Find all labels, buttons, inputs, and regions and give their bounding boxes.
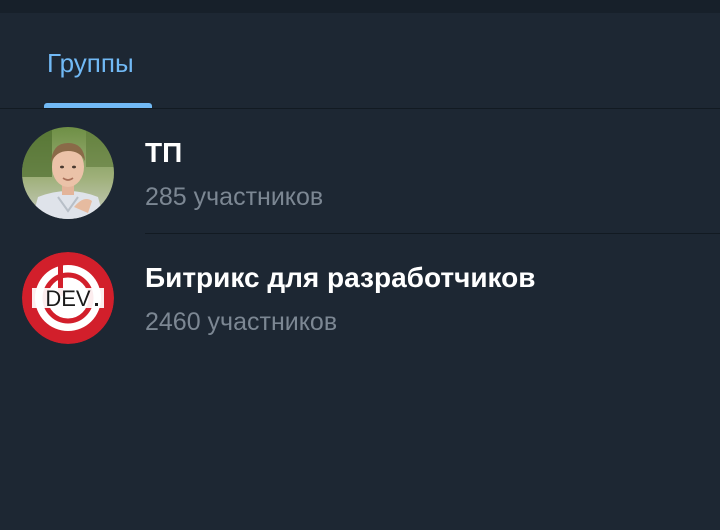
tab-groups[interactable]: Группы [44,13,152,109]
bitrix-dev-logo-text: DEV [45,286,91,311]
status-bar [0,0,720,13]
group-title: Битрикс для разработчиков [145,262,536,293]
bitrix-dev-logo-icon: DEV [22,252,114,344]
group-member-count: 2460 участников [145,308,338,336]
tab-bar: Группы [0,13,720,109]
tab-groups-label: Группы [47,48,134,78]
group-avatar-photo [22,127,114,219]
group-row-bitrix-dev[interactable]: DEV Битрикс для разработчиков 2460 участ… [0,234,720,359]
group-title: ТП [145,137,183,168]
groups-list: ТП 285 участников DEV Битрикс для разраб… [0,109,720,359]
group-row-tp[interactable]: ТП 285 участников [0,109,720,234]
group-member-count: 285 участников [145,183,324,211]
